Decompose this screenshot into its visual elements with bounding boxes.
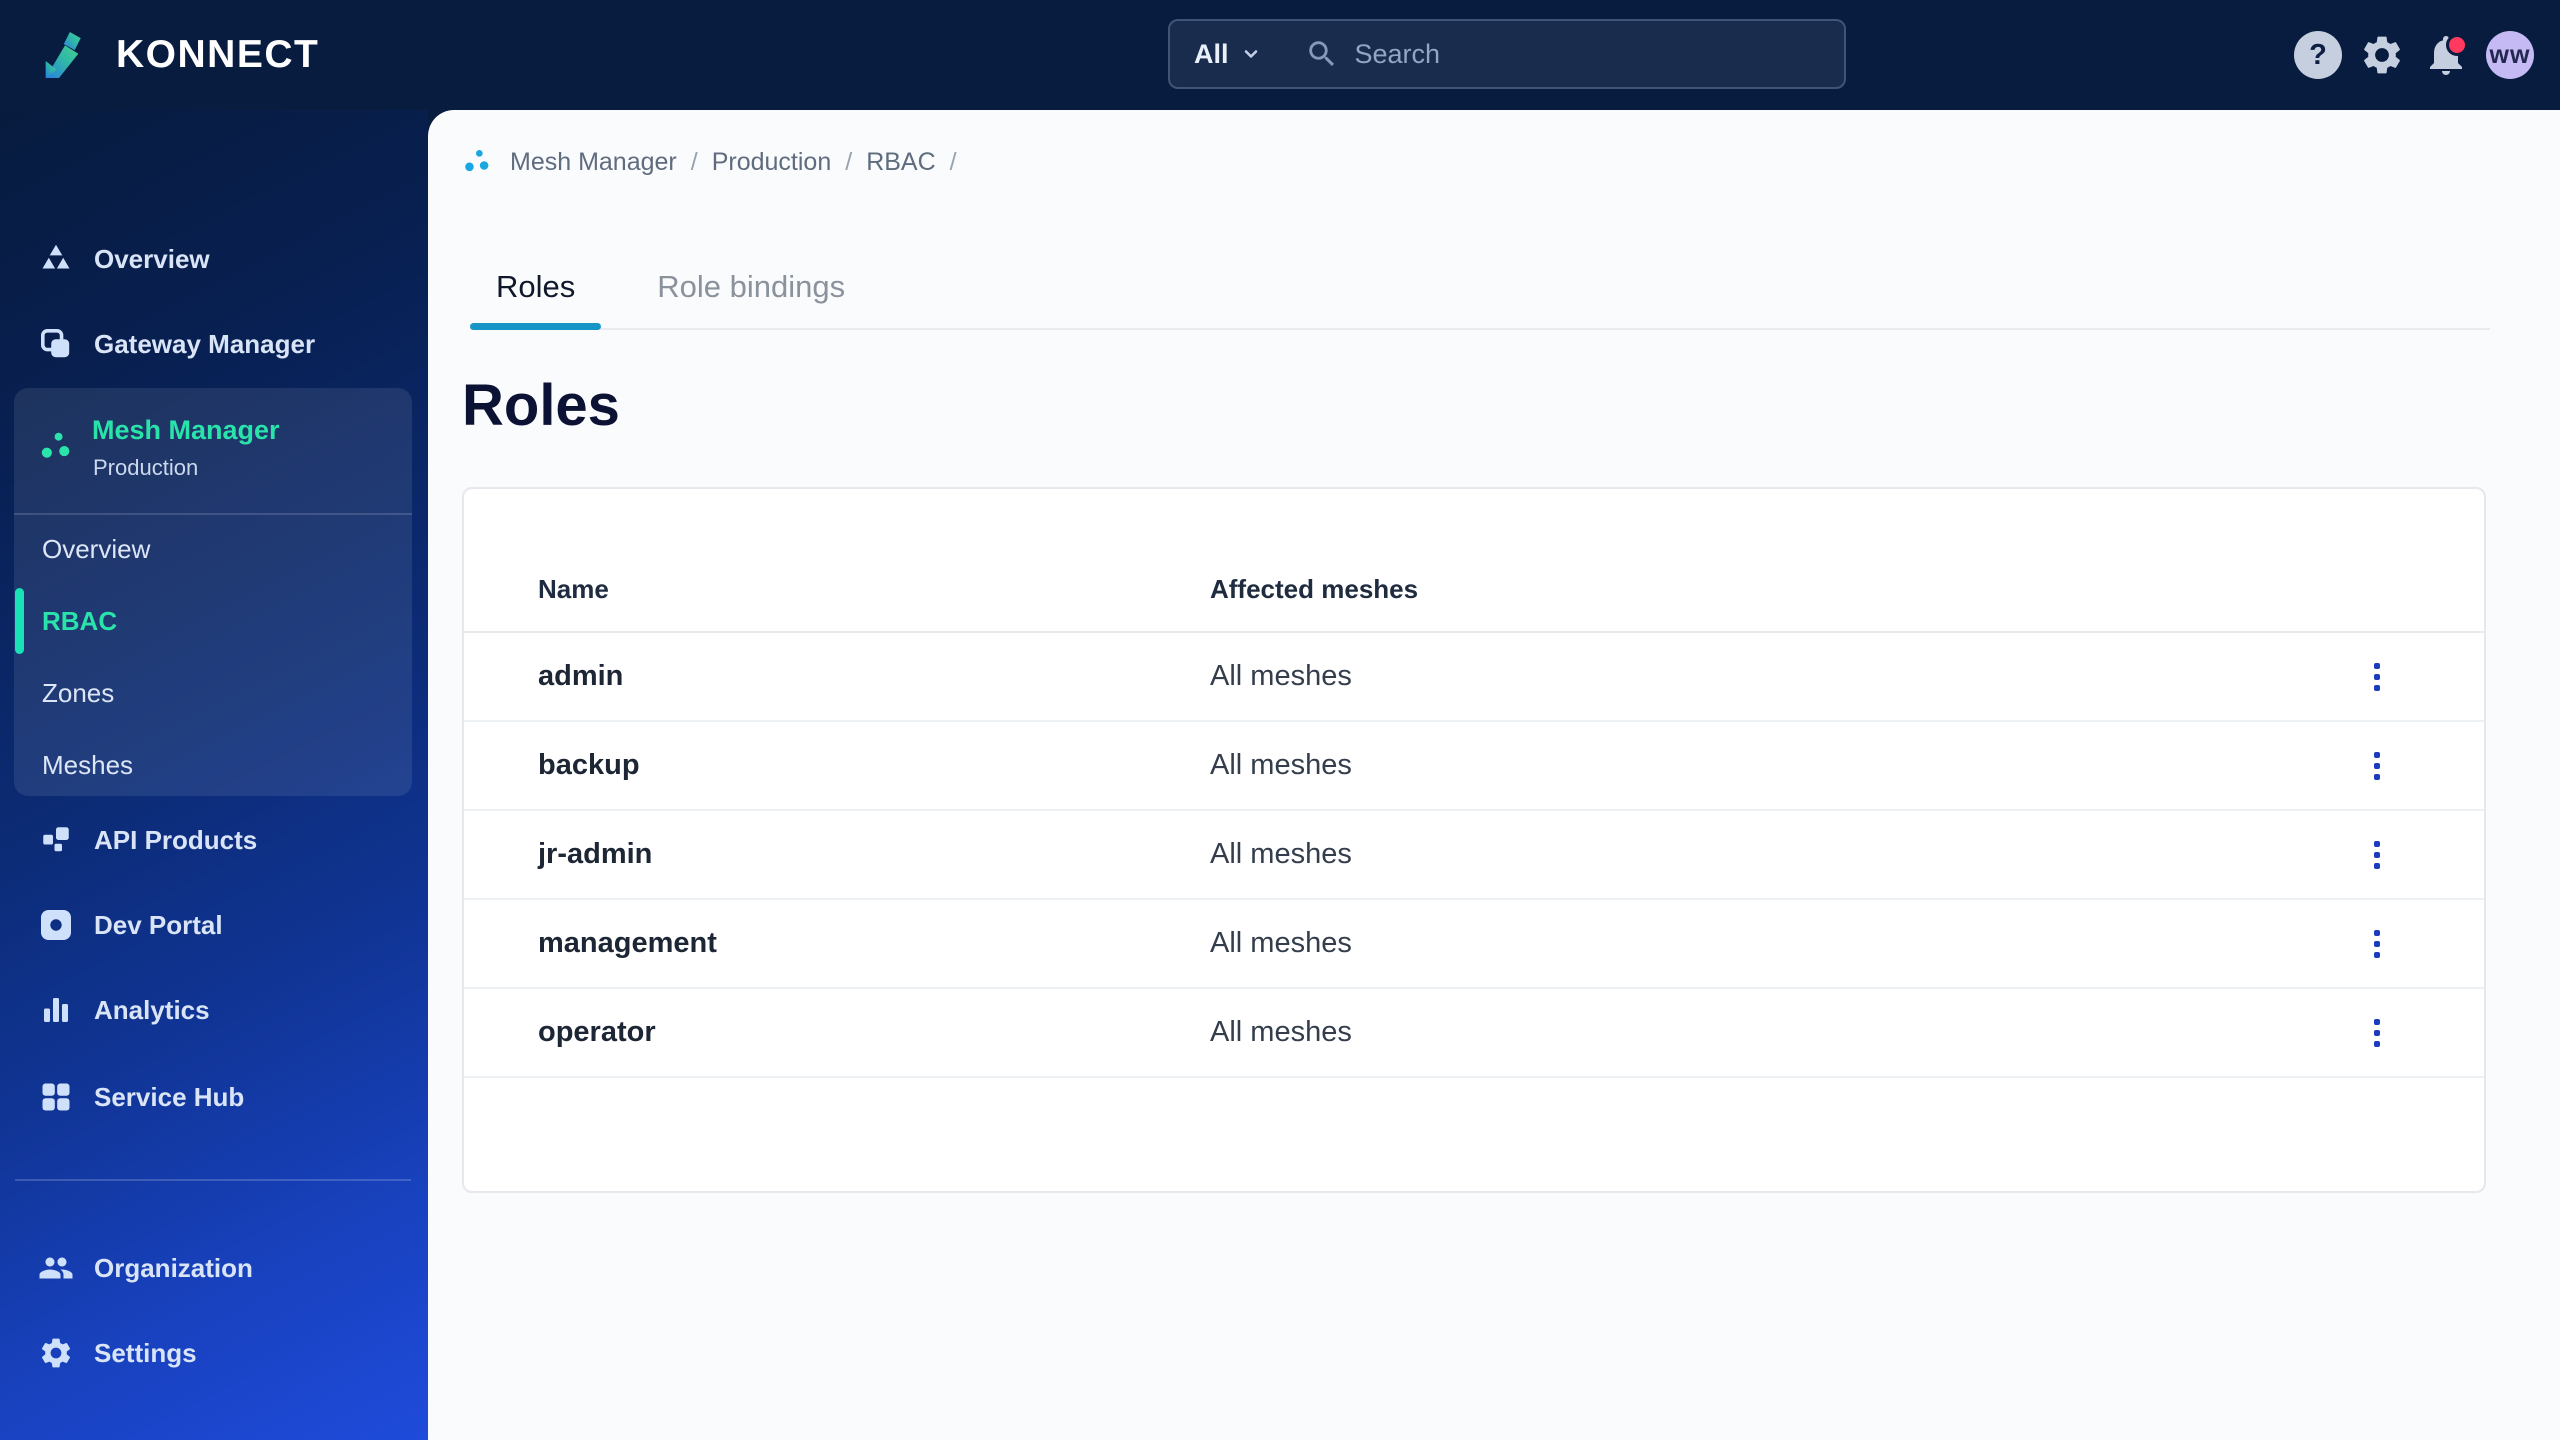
sidebar-item-gateway-manager[interactable]: Gateway Manager	[0, 314, 428, 374]
search-input[interactable]	[1352, 37, 1824, 71]
tab-roles[interactable]: Roles	[470, 230, 602, 330]
breadcrumb-item-production[interactable]: Production	[712, 148, 832, 177]
mesh-manager-label: Mesh Manager	[92, 415, 280, 445]
role-name: management	[538, 927, 717, 959]
settings-button[interactable]	[2357, 30, 2407, 80]
sidebar-subitem-zones[interactable]: Zones	[14, 657, 412, 729]
gateway-manager-icon	[41, 329, 70, 358]
row-actions-button[interactable]	[2355, 922, 2399, 966]
affected-meshes-value: All meshes	[1210, 1016, 1352, 1048]
sidebar-subitem-label: RBAC	[42, 605, 118, 636]
sidebar-item-overview[interactable]: Overview	[0, 229, 428, 289]
table-row[interactable]: operator All meshes	[464, 989, 2484, 1078]
row-actions-button[interactable]	[2355, 655, 2399, 699]
table-row[interactable]: jr-admin All meshes	[464, 811, 2484, 900]
konnect-logo[interactable]: KONNECT	[36, 0, 319, 110]
affected-meshes-value: All meshes	[1210, 927, 1352, 959]
sidebar-item-label: Settings	[94, 1337, 197, 1368]
column-header-name: Name	[538, 573, 609, 604]
sidebar-subitem-label: Meshes	[42, 749, 134, 780]
mesh-manager-section: Mesh Manager Production Overview RBAC Zo…	[14, 388, 412, 796]
search-icon	[1308, 41, 1334, 67]
sidebar-item-analytics[interactable]: Analytics	[0, 980, 428, 1040]
help-button[interactable]: ?	[2293, 30, 2343, 80]
sidebar-item-settings[interactable]: Settings	[0, 1323, 428, 1383]
column-header-affected-meshes: Affected meshes	[1210, 573, 1419, 604]
breadcrumb-separator: /	[690, 147, 698, 176]
settings-gear-icon	[41, 1338, 71, 1368]
breadcrumb-separator: /	[949, 147, 957, 176]
breadcrumb-item-mesh-manager[interactable]: Mesh Manager	[510, 148, 677, 177]
breadcrumb-item-rbac[interactable]: RBAC	[866, 148, 935, 177]
kong-logo-icon	[45, 32, 81, 78]
sidebar-item-label: Dev Portal	[94, 909, 223, 940]
konnect-app: KONNECT All ?	[0, 0, 2560, 1440]
row-actions-button[interactable]	[2355, 744, 2399, 788]
role-name: backup	[538, 749, 640, 781]
sidebar-item-label: API Products	[94, 824, 258, 855]
mesh-manager-subnav: Overview RBAC Zones Meshes	[14, 513, 412, 801]
notifications-button[interactable]	[2421, 30, 2471, 80]
sidebar-subitem-label: Overview	[42, 533, 151, 564]
page-title: Roles	[462, 373, 620, 438]
search-scope-selector[interactable]: All	[1182, 39, 1271, 70]
sidebar-item-dev-portal[interactable]: Dev Portal	[0, 895, 428, 955]
row-actions-button[interactable]	[2355, 1011, 2399, 1055]
organization-icon	[39, 1257, 73, 1279]
global-search-bar: All	[1168, 19, 1846, 89]
sidebar-item-mesh-manager[interactable]: Mesh Manager Production	[14, 388, 412, 515]
table-row[interactable]: management All meshes	[464, 900, 2484, 989]
sidebar-subitem-meshes[interactable]: Meshes	[14, 729, 412, 801]
api-products-icon	[43, 827, 69, 852]
sidebar-item-service-hub[interactable]: Service Hub	[0, 1067, 428, 1127]
tab-bar: Roles Role bindings	[470, 230, 2490, 330]
role-name: admin	[538, 660, 624, 692]
tab-role-bindings[interactable]: Role bindings	[631, 230, 871, 328]
search-scope-value: All	[1194, 38, 1229, 69]
affected-meshes-value: All meshes	[1210, 660, 1352, 692]
sidebar-item-label: Gateway Manager	[94, 328, 316, 359]
row-actions-button[interactable]	[2355, 833, 2399, 877]
sidebar-subitem-rbac[interactable]: RBAC	[14, 585, 412, 657]
table-header-row: Name Affected meshes	[464, 547, 2484, 633]
konnect-wordmark: KONNECT	[116, 33, 320, 76]
sidebar-item-organization[interactable]: Organization	[0, 1238, 428, 1298]
sidebar-item-label: Overview	[94, 243, 210, 274]
mesh-manager-icon	[41, 432, 70, 458]
breadcrumb-separator: /	[845, 147, 853, 176]
overview-icon	[42, 244, 70, 269]
sidebar-divider	[15, 1179, 411, 1181]
table-row[interactable]: backup All meshes	[464, 722, 2484, 811]
role-name: operator	[538, 1016, 656, 1048]
sidebar-item-api-products[interactable]: API Products	[0, 810, 428, 870]
sidebar-item-label: Service Hub	[94, 1081, 245, 1112]
affected-meshes-value: All meshes	[1210, 749, 1352, 781]
sidebar: Overview Gateway Manager Mesh Manager Pr…	[0, 110, 428, 1440]
help-icon: ?	[2294, 31, 2342, 79]
top-bar: KONNECT All ?	[0, 0, 2560, 110]
main-content: Mesh Manager / Production / RBAC / Roles…	[428, 110, 2560, 1440]
sidebar-subitem-label: Zones	[42, 677, 115, 708]
roles-table-card: Name Affected meshes admin All meshes ba…	[462, 487, 2486, 1193]
mesh-manager-environment: Production	[93, 455, 199, 480]
breadcrumb: Mesh Manager / Production / RBAC /	[462, 146, 957, 178]
user-menu-button[interactable]: ww	[2485, 30, 2535, 80]
chevron-down-icon	[1244, 50, 1257, 58]
service-hub-icon	[42, 1083, 70, 1111]
avatar: ww	[2486, 31, 2534, 79]
role-name: jr-admin	[538, 838, 653, 870]
sidebar-subitem-overview[interactable]: Overview	[14, 513, 412, 585]
sidebar-item-label: Organization	[94, 1252, 253, 1283]
top-actions: ? ww	[2293, 0, 2535, 110]
mesh-manager-breadcrumb-icon	[465, 150, 489, 172]
sidebar-item-label: Analytics	[94, 994, 210, 1025]
gear-icon	[2364, 36, 2400, 74]
analytics-icon	[44, 998, 68, 1022]
table-row[interactable]: admin All meshes	[464, 633, 2484, 722]
affected-meshes-value: All meshes	[1210, 838, 1352, 870]
notification-dot	[2446, 34, 2468, 56]
dev-portal-icon	[41, 910, 71, 940]
